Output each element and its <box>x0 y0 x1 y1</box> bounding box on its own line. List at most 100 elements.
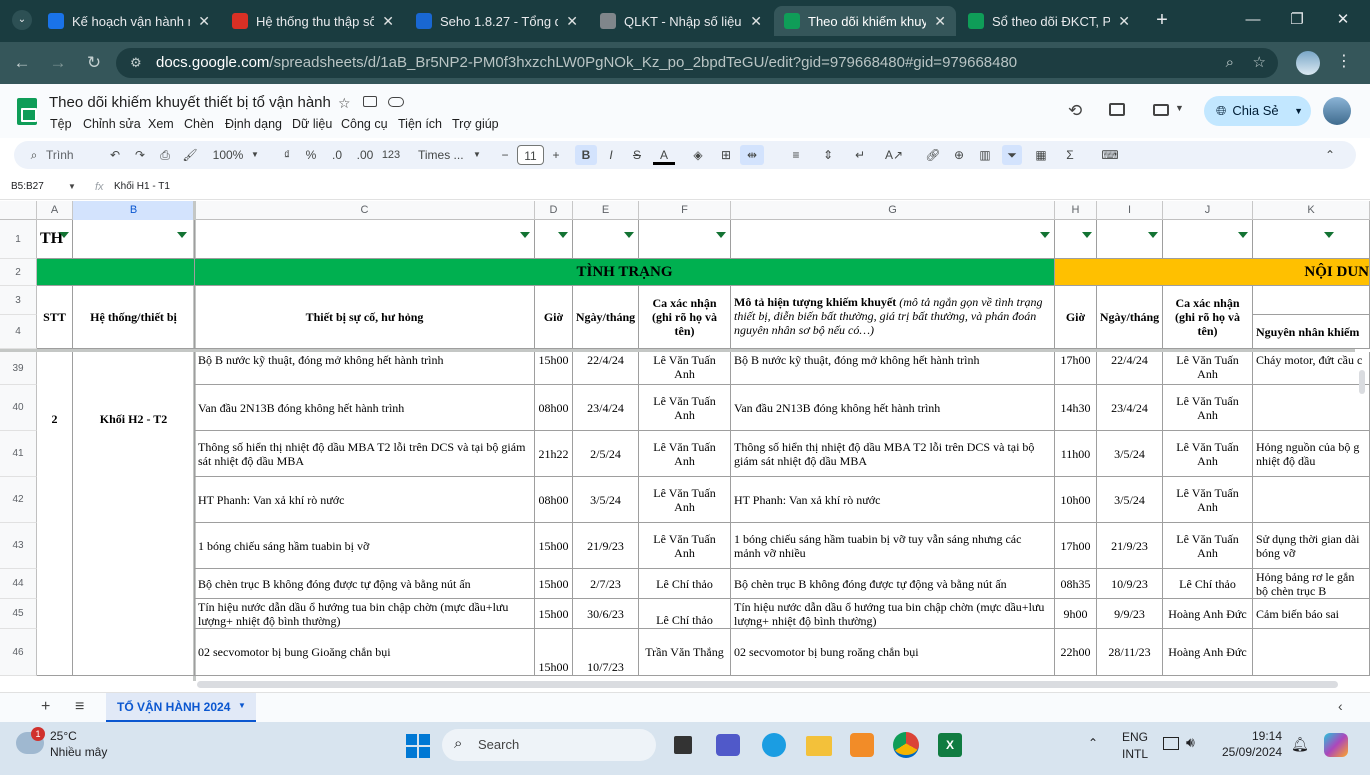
explore-collapse-icon[interactable]: ‹ <box>1338 698 1343 714</box>
select-all-corner[interactable] <box>0 201 37 220</box>
time-cell[interactable]: 21h22 <box>535 431 573 477</box>
shift-cell[interactable]: Trần Văn Thắng <box>639 629 731 676</box>
address-bar[interactable]: ⚙ docs.google.com/spreadsheets/d/1aB_Br5… <box>116 48 1278 78</box>
date-cell[interactable]: 23/4/24 <box>573 385 639 431</box>
browser-tab[interactable]: Sổ theo dõi ĐKCT, PC ✕ <box>958 6 1140 36</box>
bold-button[interactable]: B <box>575 145 597 165</box>
header-time2[interactable]: Giờ <box>1055 286 1097 349</box>
share-button[interactable]: 🌐︎ Chia Sẻ ▼ <box>1204 96 1311 126</box>
row-header[interactable]: 44 <box>0 569 37 599</box>
description-cell[interactable]: Tín hiệu nước dẫn dầu ổ hướng tua bin ch… <box>731 599 1055 629</box>
file-explorer-icon[interactable] <box>806 736 832 756</box>
sheet-tab[interactable]: TỔ VẬN HÀNH 2024 ▼ <box>106 693 256 722</box>
task-view-icon[interactable] <box>674 736 692 754</box>
sheet-tab-dropdown-icon[interactable]: ▼ <box>238 701 246 710</box>
history-icon[interactable]: ⟲ <box>1068 101 1082 121</box>
cause-cell[interactable]: Hỏng nguồn của bộ g nhiệt độ dầu <box>1253 431 1370 477</box>
bookmark-star-icon[interactable]: ☆ <box>1253 48 1266 78</box>
description-cell[interactable]: Bộ chèn trục B không đóng được tự động v… <box>731 569 1055 599</box>
font-size-decrease-icon[interactable]: − <box>498 145 512 165</box>
forward-icon[interactable]: → <box>45 50 71 76</box>
menu-item[interactable]: Xem <box>148 117 174 131</box>
row-header[interactable]: 46 <box>0 629 37 676</box>
group-system-cell[interactable]: Khối H2 - T2 <box>73 352 195 676</box>
cause-cell[interactable] <box>1253 477 1370 523</box>
notification-bell-icon[interactable]: 🔔︎ <box>1291 736 1309 753</box>
browser-menu-icon[interactable]: ⋮ <box>1336 51 1352 71</box>
description-cell[interactable]: Thông số hiển thị nhiệt độ dầu MBA T2 lỗ… <box>731 431 1055 477</box>
filter-cell[interactable] <box>1253 220 1370 259</box>
column-header[interactable]: D <box>535 201 573 220</box>
menu-item[interactable]: Công cụ <box>341 117 388 131</box>
date2-cell[interactable]: 23/4/24 <box>1097 385 1163 431</box>
time2-cell[interactable]: 14h30 <box>1055 385 1097 431</box>
shift2-cell[interactable]: Lê Văn Tuấn Anh <box>1163 431 1253 477</box>
more-formats-button[interactable]: 123 <box>380 145 402 165</box>
shift2-cell[interactable]: Lê Văn Tuấn Anh <box>1163 385 1253 431</box>
time-cell[interactable]: 15h00 <box>535 629 573 676</box>
shift-cell[interactable]: Lê Văn Tuấn Anh <box>639 431 731 477</box>
cause-cell[interactable]: Hỏng bảng rơ le gắn bộ chèn trục B <box>1253 569 1370 599</box>
filter-dropdown-icon[interactable] <box>558 232 568 238</box>
date-cell[interactable]: 3/5/24 <box>573 477 639 523</box>
font-dropdown-icon[interactable]: ▼ <box>472 145 482 165</box>
filter-cell[interactable] <box>73 220 195 259</box>
date-cell[interactable]: 2/7/23 <box>573 569 639 599</box>
maximize-button[interactable]: ❐ <box>1282 8 1312 32</box>
description-cell[interactable]: Bộ B nước kỹ thuật, đóng mở không hết hà… <box>731 352 1055 385</box>
row-header[interactable]: 39 <box>0 352 37 385</box>
formula-input[interactable]: Khối H1 - T1 <box>114 181 170 192</box>
row-header[interactable]: 43 <box>0 523 37 569</box>
description-cell[interactable]: 02 secvomotor bị bung roăng chắn bụi <box>731 629 1055 676</box>
increase-decimal-button[interactable]: .00 <box>354 145 376 165</box>
header-shift[interactable]: Ca xác nhận (ghi rõ họ và tên) <box>639 286 731 349</box>
insert-link-icon[interactable]: 🔗︎ <box>924 145 942 165</box>
filter-cell[interactable] <box>535 220 573 259</box>
display-icon[interactable] <box>1163 737 1179 750</box>
filter-dropdown-icon[interactable] <box>716 232 726 238</box>
horizontal-align-icon[interactable]: ≡ <box>784 145 808 165</box>
currency-format-button[interactable]: ₫ <box>280 145 294 165</box>
reload-icon[interactable]: ↻ <box>81 50 107 76</box>
filter-dropdown-icon[interactable] <box>624 232 634 238</box>
header-time[interactable]: Giờ <box>535 286 573 349</box>
tab-close-icon[interactable]: ✕ <box>198 13 210 30</box>
teams-icon[interactable] <box>716 734 740 756</box>
back-icon[interactable]: ← <box>9 50 35 76</box>
minimize-button[interactable]: — <box>1238 8 1268 32</box>
weather-temp[interactable]: 25°C <box>50 729 77 743</box>
font-size-input[interactable]: 11 <box>517 145 544 165</box>
filter-dropdown-icon[interactable] <box>520 232 530 238</box>
date2-cell[interactable]: 22/4/24 <box>1097 352 1163 385</box>
column-header[interactable]: G <box>731 201 1055 220</box>
cause-cell[interactable]: Cảm biến báo sai <box>1253 599 1370 629</box>
column-header[interactable]: C <box>195 201 535 220</box>
cause-cell[interactable]: Sử dụng thời gian dài bóng vỡ <box>1253 523 1370 569</box>
time2-cell[interactable]: 9h00 <box>1055 599 1097 629</box>
add-sheet-icon[interactable]: + <box>41 698 50 716</box>
weather-desc[interactable]: Nhiều mây <box>50 745 107 759</box>
row-header[interactable]: 40 <box>0 385 37 431</box>
header-system[interactable]: Hệ thống/thiết bị <box>73 286 195 349</box>
tab-close-icon[interactable]: ✕ <box>750 13 762 30</box>
column-header[interactable]: B <box>73 201 195 220</box>
header-description[interactable]: Mô tả hiện tượng khiếm khuyết (mô tả ngắ… <box>731 286 1055 349</box>
name-box[interactable]: B5:B27 <box>11 181 44 192</box>
shift2-cell[interactable]: Lê Chí thảo <box>1163 569 1253 599</box>
row-header[interactable]: 41 <box>0 431 37 477</box>
status-green-blank[interactable] <box>37 259 195 286</box>
insert-comment-icon[interactable]: ⊕ <box>950 145 968 165</box>
filter-cell[interactable] <box>1163 220 1253 259</box>
menu-search-icon[interactable]: ⌕ <box>27 145 41 165</box>
zoom-select[interactable]: 100% <box>208 145 248 165</box>
device-cell[interactable]: 1 bóng chiếu sáng hầm tuabin bị vỡ <box>195 523 535 569</box>
column-header[interactable]: E <box>573 201 639 220</box>
edge-icon[interactable] <box>762 733 786 757</box>
row-header[interactable]: 4 <box>0 315 37 349</box>
filter-cell[interactable] <box>1055 220 1097 259</box>
menu-item[interactable]: Tệp <box>50 117 72 131</box>
description-cell[interactable]: 1 bóng chiếu sáng hầm tuabin bị vỡ tuy v… <box>731 523 1055 569</box>
device-cell[interactable]: 02 secvomotor bị bung Gioăng chắn bụi <box>195 629 535 676</box>
time-cell[interactable]: 15h00 <box>535 352 573 385</box>
clock-date[interactable]: 25/09/2024 <box>1222 745 1282 759</box>
